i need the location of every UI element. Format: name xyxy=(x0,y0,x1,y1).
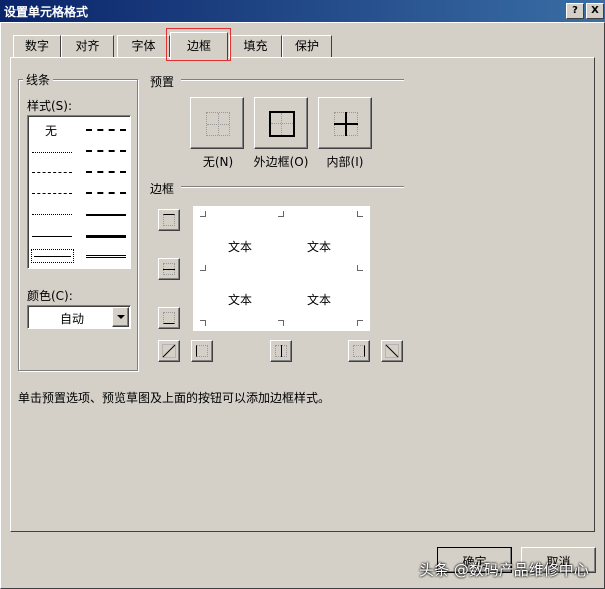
border-inside-horizontal-icon xyxy=(163,263,175,275)
line-style-medium-dash-dot-dot[interactable] xyxy=(86,129,126,131)
tab-fill[interactable]: 填充 xyxy=(229,35,282,58)
preview-corner-mark xyxy=(278,320,284,326)
preset-none-button[interactable] xyxy=(190,97,244,149)
border-top-button[interactable] xyxy=(158,209,180,231)
preview-corner-mark xyxy=(200,265,206,271)
preset-none-icon xyxy=(206,112,230,136)
watermark-text: 头条 @数码产品维修中心 xyxy=(419,561,589,579)
diagonal-up-icon xyxy=(162,344,176,358)
line-style-dash-dot-dot[interactable] xyxy=(32,172,72,173)
tab-number[interactable]: 数字 xyxy=(13,35,61,58)
line-style-dotted[interactable] xyxy=(32,214,72,215)
dialog-title: 设置单元格格式 xyxy=(4,5,89,19)
preview-corner-mark xyxy=(200,320,206,326)
title-bar: 设置单元格格式 ? X xyxy=(0,0,605,22)
line-color-value: 自动 xyxy=(60,312,85,326)
border-bottom-button[interactable] xyxy=(158,307,180,329)
border-inside-horizontal-button[interactable] xyxy=(158,258,180,280)
preset-outline-icon xyxy=(269,111,295,137)
border-right-icon xyxy=(353,345,365,357)
border-section-title: 边框 xyxy=(150,182,175,196)
preset-inside-button[interactable] xyxy=(318,97,372,149)
border-diagonal-up-button[interactable] xyxy=(158,340,180,362)
line-color-select[interactable]: 自动 xyxy=(27,305,131,329)
close-button[interactable]: X xyxy=(586,3,604,19)
line-style-dash-dot[interactable] xyxy=(32,193,72,194)
border-section-separator xyxy=(181,186,404,188)
line-style-thin[interactable] xyxy=(32,236,72,237)
border-bottom-icon xyxy=(163,312,175,324)
hint-text: 单击预置选项、预览草图及上面的按钮可以添加边框样式。 xyxy=(18,391,331,405)
line-group-title: 线条 xyxy=(23,71,54,88)
presets-separator xyxy=(181,79,404,81)
border-preview[interactable]: 文本 文本 文本 文本 xyxy=(192,205,371,332)
line-style-slant-dash-dot[interactable] xyxy=(86,150,126,152)
line-style-hair[interactable] xyxy=(32,152,72,153)
tab-alignment[interactable]: 对齐 xyxy=(61,35,114,58)
tab-protection[interactable]: 保护 xyxy=(282,35,332,58)
line-style-list[interactable]: 无 xyxy=(27,115,131,269)
line-style-thick[interactable] xyxy=(86,235,126,238)
border-left-button[interactable] xyxy=(191,340,213,362)
preview-corner-mark xyxy=(357,320,363,326)
preset-inside-icon xyxy=(334,112,358,136)
preset-outline-label: 外边框(O) xyxy=(253,155,309,169)
line-style-none[interactable]: 无 xyxy=(45,122,57,139)
preset-none-label: 无(N) xyxy=(202,155,234,169)
preview-text-4: 文本 xyxy=(307,293,332,307)
line-style-double[interactable] xyxy=(86,255,126,258)
diagonal-down-icon xyxy=(385,344,399,358)
border-left-icon xyxy=(196,345,208,357)
line-style-medium[interactable] xyxy=(86,214,126,216)
border-top-icon xyxy=(163,214,175,226)
border-inside-vertical-icon xyxy=(275,345,287,357)
line-style-selected-box xyxy=(31,249,74,263)
border-diagonal-down-button[interactable] xyxy=(381,340,403,362)
line-style-medium-dashed[interactable] xyxy=(86,192,126,194)
preview-corner-mark xyxy=(357,265,363,271)
line-color-label: 颜色(C): xyxy=(27,289,73,303)
preview-text-1: 文本 xyxy=(228,240,253,254)
chevron-down-icon xyxy=(117,315,125,319)
tab-highlight-box xyxy=(166,28,231,61)
presets-title: 预置 xyxy=(150,75,175,89)
preview-text-3: 文本 xyxy=(228,293,253,307)
preview-corner-mark xyxy=(357,211,363,217)
preview-text-2: 文本 xyxy=(307,240,332,254)
preset-inside-label: 内部(I) xyxy=(326,155,364,169)
tab-font[interactable]: 字体 xyxy=(117,35,170,58)
preview-corner-mark xyxy=(200,211,206,217)
line-style-label: 样式(S): xyxy=(27,99,73,113)
line-color-dropdown-button[interactable] xyxy=(112,307,129,327)
preview-corner-mark xyxy=(278,211,284,217)
preset-outline-button[interactable] xyxy=(254,97,308,149)
border-inside-vertical-button[interactable] xyxy=(270,340,292,362)
line-style-medium-dash-dot[interactable] xyxy=(86,171,126,173)
help-button[interactable]: ? xyxy=(566,3,584,19)
border-right-button[interactable] xyxy=(348,340,370,362)
